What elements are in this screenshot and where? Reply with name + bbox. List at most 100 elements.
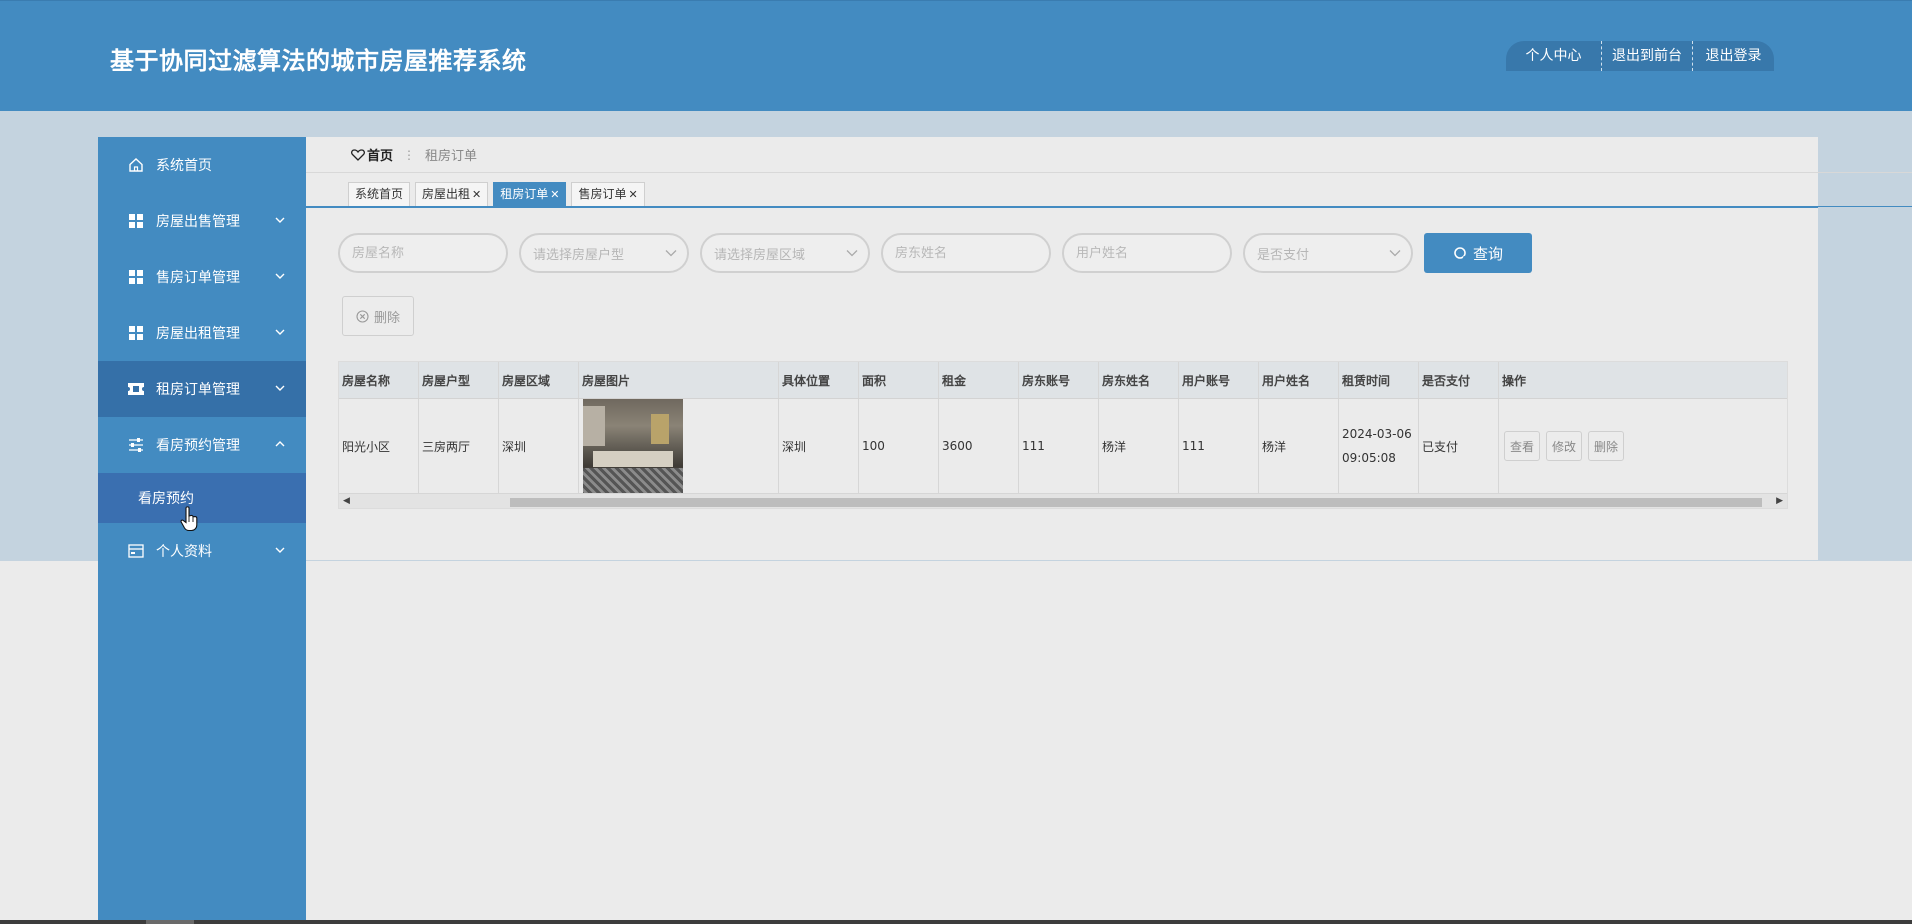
paid-placeholder: 是否支付 [1257,247,1310,263]
cell-house-type: 三房两厅 [419,399,499,493]
main-content: 首页 ⋮ 租房订单 系统首页 房屋出租✕ 租房订单✕ 售房订单✕ 请选择房屋户型… [306,137,1912,561]
heart-icon [351,148,365,161]
sidebar-item-home[interactable]: 系统首页 [98,137,306,193]
sidebar-item-rent-orders[interactable]: 租房订单管理 [98,361,306,417]
sidebar-item-house-sale[interactable]: 房屋出售管理 [98,193,306,249]
tab-system-home[interactable]: 系统首页 [348,182,411,206]
search-button[interactable]: 查询 [1424,233,1532,273]
sidebar: 系统首页 房屋出售管理 售房订单管理 房屋出租管理 租房订单管理 看房预约管理 [98,137,306,924]
card-icon [128,543,144,559]
horizontal-scrollbar[interactable]: ◀ ▶ [339,493,1787,508]
cell-paid: 已支付 [1419,399,1499,493]
chevron-down-icon [1389,250,1401,257]
sidebar-item-sale-orders[interactable]: 售房订单管理 [98,249,306,305]
cell-actions: 查看 修改 删除 [1499,399,1787,493]
sidebar-item-label: 房屋出售管理 [156,214,240,230]
chevron-down-icon [665,250,677,257]
column-header: 房东姓名 [1099,362,1179,398]
view-button[interactable]: 查看 [1504,431,1541,461]
tab-label: 售房订单 [578,187,627,201]
grid-icon [128,269,144,285]
personal-center-link[interactable]: 个人中心 [1506,41,1601,71]
hand-cursor-icon [180,506,198,532]
sidebar-item-viewing-appointments[interactable]: 看房预约管理 [98,417,306,473]
sidebar-item-label: 系统首页 [156,158,212,174]
sidebar-item-house-rent[interactable]: 房屋出租管理 [98,305,306,361]
breadcrumb-home-label: 首页 [367,149,394,164]
edit-button[interactable]: 修改 [1546,431,1583,461]
ticket-icon [128,381,144,397]
tab-rent-orders[interactable]: 租房订单 ✕ [493,182,567,206]
tab-bar: 系统首页 房屋出租 ✕ 租房订单 ✕ 售房订单 ✕ [306,179,1912,208]
column-header: 房屋户型 [419,362,499,398]
grid-icon [128,325,144,341]
cell-house-area: 深圳 [499,399,579,493]
column-header: 房东账号 [1019,362,1099,398]
column-header: 房屋图片 [579,362,779,398]
cell-house-name: 阳光小区 [339,399,419,493]
breadcrumb: 首页 ⋮ 租房订单 [306,137,1912,173]
sliders-icon [128,437,144,453]
scrollbar-thumb[interactable] [510,498,1762,507]
column-header: 面积 [859,362,939,398]
scroll-left-icon[interactable]: ◀ [343,496,350,506]
house-type-placeholder: 请选择房屋户型 [533,247,625,263]
breadcrumb-current: 租房订单 [425,149,478,164]
cell-rent: 3600 [939,399,1019,493]
breadcrumb-separator: ⋮ [403,147,416,162]
logout-link[interactable]: 退出登录 [1692,41,1774,71]
delete-button[interactable]: 删除 [1588,431,1625,461]
back-to-frontend-link[interactable]: 退出到前台 [1601,41,1692,71]
search-button-label: 查询 [1472,244,1503,263]
bottom-bar [0,920,1912,924]
scroll-right-icon[interactable]: ▶ [1776,496,1783,506]
user-name-input[interactable] [1076,245,1216,261]
cell-house-photo [579,399,779,493]
close-icon[interactable]: ✕ [472,188,481,201]
sidebar-item-profile[interactable]: 个人资料 [98,523,306,579]
sidebar-item-label: 个人资料 [156,544,212,560]
column-header: 租赁时间 [1339,362,1419,398]
close-icon[interactable]: ✕ [550,188,559,201]
cell-user-account: 111 [1179,399,1259,493]
cell-landlord-account: 111 [1019,399,1099,493]
column-header: 房屋区域 [499,362,579,398]
breadcrumb-home[interactable]: 首页 [351,145,393,164]
batch-delete-button[interactable]: 删除 [342,296,414,336]
chevron-down-icon [275,217,285,223]
paid-select[interactable]: 是否支付 [1243,233,1413,273]
house-area-select[interactable]: 请选择房屋区域 [700,233,870,273]
sidebar-subitem-viewing-appointment[interactable]: 看房预约 [98,473,306,523]
top-header: 基于协同过滤算法的城市房屋推荐系统 个人中心 退出到前台 退出登录 [0,0,1912,111]
search-icon [1454,247,1467,260]
house-name-input[interactable] [352,245,492,261]
tab-label: 系统首页 [355,187,404,201]
close-icon[interactable]: ✕ [629,188,638,201]
table-row[interactable]: 阳光小区 三房两厅 深圳 深圳 100 3600 111 杨洋 111 杨洋 2… [339,399,1787,493]
sidebar-item-label: 租房订单管理 [156,382,240,398]
chevron-down-icon [846,250,858,257]
house-photo[interactable] [583,399,683,493]
table-header: 房屋名称 房屋户型 房屋区域 房屋图片 具体位置 面积 租金 房东账号 房东姓名… [339,362,1787,399]
tab-house-rent[interactable]: 房屋出租 ✕ [415,182,489,206]
sidebar-item-label: 售房订单管理 [156,270,240,286]
app-title: 基于协同过滤算法的城市房屋推荐系统 [110,47,527,75]
tab-sale-orders[interactable]: 售房订单 ✕ [571,182,645,206]
chevron-down-icon [275,547,285,553]
landlord-name-input[interactable] [895,245,1035,261]
rent-time: 09:05:08 [1342,451,1396,465]
filter-bar: 请选择房屋户型 请选择房屋区域 是否支付 查询 [338,233,1532,273]
cell-location: 深圳 [779,399,859,493]
delete-button-label: 删除 [373,310,400,326]
grid-icon [128,213,144,229]
cell-landlord-name: 杨洋 [1099,399,1179,493]
column-header: 租金 [939,362,1019,398]
landlord-name-field [881,233,1051,273]
column-header: 房屋名称 [339,362,419,398]
rent-date: 2024-03-06 [1342,427,1412,441]
house-type-select[interactable]: 请选择房屋户型 [519,233,689,273]
column-header: 具体位置 [779,362,859,398]
chevron-down-icon [275,385,285,391]
home-icon [128,157,144,173]
user-name-field [1062,233,1232,273]
